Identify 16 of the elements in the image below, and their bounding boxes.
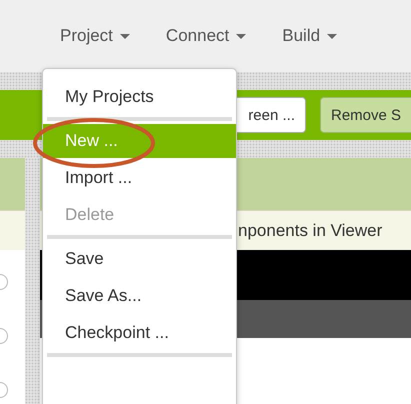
menu-item[interactable]: Save [43,242,236,276]
menu-button[interactable]: Connect [166,26,246,46]
menu-item[interactable]: My Projects [43,80,236,114]
splitter-bar[interactable] [25,158,40,404]
panel-row [0,210,25,250]
panel-header [0,158,25,210]
option-label: nponents in Viewer [238,220,382,240]
caret-icon [236,34,246,38]
menu-button[interactable]: Build [282,26,338,46]
toolbar-button[interactable]: Remove S [320,97,411,133]
menu-item[interactable]: Import ... [43,161,236,195]
caret-icon [327,34,338,38]
menu-item[interactable]: Checkpoint ... [43,316,236,350]
caret-icon [120,34,130,38]
menu-item[interactable]: Save As... [43,279,236,313]
menu-button[interactable]: Project [60,26,130,46]
